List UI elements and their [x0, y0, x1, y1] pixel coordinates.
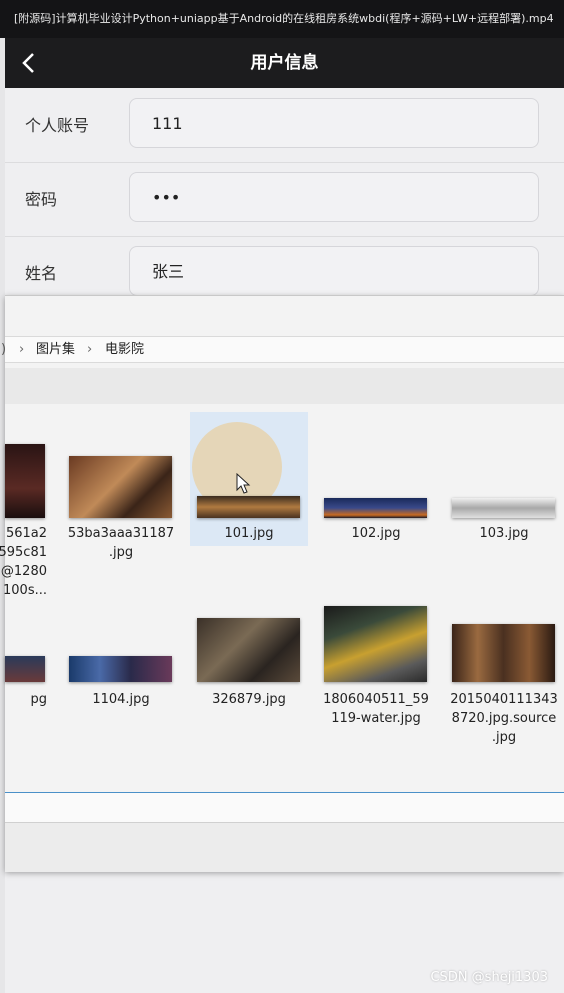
file-name: 1104.jpg [92, 692, 150, 707]
cursor-icon [236, 473, 251, 494]
password-field[interactable]: ••• [129, 172, 539, 222]
breadcrumb-item[interactable]: 图片集 [36, 337, 75, 362]
file-item[interactable]: 561a2 595c81 @1280 100s... [0, 406, 63, 606]
file-name: 561a2 595c81 @1280 100s... [0, 526, 47, 598]
app-window: 用户信息 个人账号 111 密码 ••• 姓名 张三 ) › 图片集 › 电影院 [0, 38, 564, 993]
file-picker-dialog: ) › 图片集 › 电影院 561a2 595c81 @1280 100s...… [0, 295, 564, 872]
file-item[interactable]: 1104.jpg [62, 606, 180, 776]
page-title: 用户信息 [250, 53, 319, 73]
name-label: 姓名 [25, 264, 58, 283]
file-item[interactable]: 2015040111343 8720.jpg.source .jpg [445, 606, 563, 776]
file-name: 102.jpg [351, 526, 401, 541]
password-label: 密码 [25, 190, 58, 209]
file-name: 53ba3aaa31187 .jpg [67, 526, 175, 560]
file-name: 326879.jpg [212, 692, 286, 707]
breadcrumb-item[interactable]: 电影院 [105, 337, 144, 362]
file-item[interactable]: 103.jpg [445, 406, 563, 606]
form-row-account: 个人账号 111 [5, 88, 564, 163]
breadcrumb-partial: ) [1, 342, 7, 357]
filename-bar[interactable] [5, 792, 564, 823]
file-name: pg [30, 692, 47, 707]
video-title: [附源码]计算机毕业设计Python+uniapp基于Android的在线租房系… [0, 0, 564, 38]
file-item[interactable]: 102.jpg [317, 406, 435, 606]
account-label: 个人账号 [25, 116, 90, 135]
file-item[interactable]: 53ba3aaa31187 .jpg [62, 406, 180, 606]
file-item[interactable]: 326879.jpg [190, 606, 308, 776]
navbar: 用户信息 [5, 38, 564, 88]
file-name: 103.jpg [479, 526, 529, 541]
form-row-password: 密码 ••• [5, 162, 564, 237]
file-name: 1806040511_59 119-water.jpg [323, 692, 429, 726]
file-item-selected[interactable]: 101.jpg [190, 406, 308, 606]
dialog-toolbar [5, 368, 564, 404]
file-item[interactable]: 1806040511_59 119-water.jpg [317, 606, 435, 776]
file-name: 2015040111343 8720.jpg.source .jpg [450, 692, 558, 745]
watermark: CSDN @sheji1303 [430, 970, 548, 985]
name-field[interactable]: 张三 [129, 246, 539, 296]
account-field[interactable]: 111 [129, 98, 539, 148]
file-item[interactable]: pg [0, 606, 63, 776]
file-name: 101.jpg [224, 526, 274, 541]
chevron-right-icon: › [87, 342, 93, 357]
chevron-right-icon: › [19, 342, 25, 357]
breadcrumb: ) › 图片集 › 电影院 [1, 336, 564, 363]
file-grid: 561a2 595c81 @1280 100s... 53ba3aaa31187… [0, 406, 564, 776]
dialog-footer [5, 822, 564, 872]
